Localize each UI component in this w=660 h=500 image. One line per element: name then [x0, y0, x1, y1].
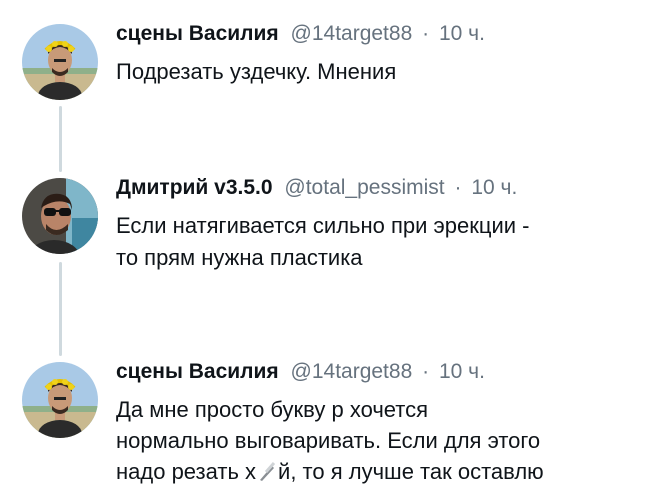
avatar[interactable] [22, 362, 98, 438]
avatar-sunglasses-man-icon [22, 178, 98, 254]
tweet-text-line: надо резать х й, то я лучше так оставлю [116, 456, 646, 487]
tweet-body: сцены Василия @14target88 · 10 ч. Подрез… [116, 18, 646, 87]
tweet-text: Подрезать уздечку. Мнения [116, 56, 646, 87]
avatar[interactable] [22, 24, 98, 100]
thread-connector [59, 262, 62, 356]
reply-thread: сцены Василия @14target88 · 10 ч. Подрез… [0, 0, 660, 500]
author-name[interactable]: Дмитрий v3.5.0 [116, 176, 273, 199]
tweet-time[interactable]: 10 ч. [439, 22, 485, 45]
tweet-text: Если натягивается сильно при эрекции - т… [116, 210, 646, 274]
censor-mark-icon [256, 459, 278, 481]
tweet-time[interactable]: 10 ч. [439, 360, 485, 383]
tweet-text-line: то прям нужна пластика [116, 245, 363, 270]
author-handle[interactable]: @14target88 [291, 360, 413, 383]
tweet-text-fragment: й, то я лучше так оставлю [278, 459, 544, 484]
author-handle[interactable]: @14target88 [291, 22, 413, 45]
author-name[interactable]: сцены Василия [116, 360, 279, 383]
tweet-text-line: Подрезать уздечку. Мнения [116, 59, 397, 84]
avatar-laurel-man-icon [22, 362, 98, 438]
tweet-body: Дмитрий v3.5.0 @total_pessimist · 10 ч. … [116, 172, 646, 274]
tweet-text-line: нормально выговаривать. Если для этого [116, 428, 541, 453]
tweet-text-line: Если натягивается сильно при эрекции - [116, 213, 530, 238]
meta-separator: · [422, 360, 430, 383]
tweet-time[interactable]: 10 ч. [471, 176, 517, 199]
avatar[interactable] [22, 178, 98, 254]
tweet-text: Да мне просто букву р хочется нормально … [116, 394, 646, 487]
avatar-laurel-man-icon [22, 24, 98, 100]
tweet-header: Дмитрий v3.5.0 @total_pessimist · 10 ч. [116, 172, 646, 204]
tweet-header: сцены Василия @14target88 · 10 ч. [116, 356, 646, 388]
meta-separator: · [422, 22, 430, 45]
author-name[interactable]: сцены Василия [116, 22, 279, 45]
tweet-body: сцены Василия @14target88 · 10 ч. Да мне… [116, 356, 646, 487]
thread-connector [59, 106, 62, 172]
tweet-header: сцены Василия @14target88 · 10 ч. [116, 18, 646, 50]
meta-separator: · [454, 176, 462, 199]
author-handle[interactable]: @total_pessimist [284, 176, 444, 199]
tweet-text-fragment: надо резать х [116, 459, 257, 484]
tweet-text-line: Да мне просто букву р хочется [116, 397, 429, 422]
